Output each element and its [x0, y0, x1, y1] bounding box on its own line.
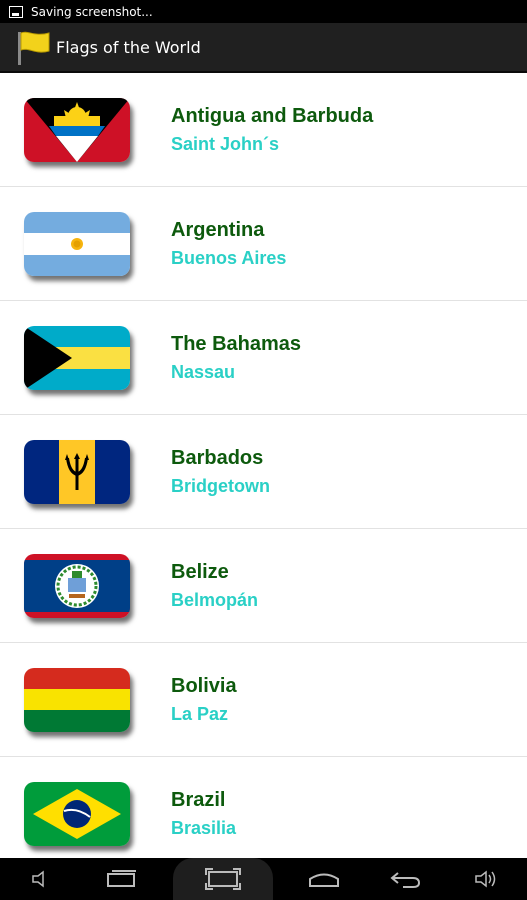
capital-name: Buenos Aires	[171, 247, 287, 268]
screenshot-icon[interactable]	[172, 858, 273, 900]
list-item[interactable]: Belize Belmopán	[0, 529, 527, 643]
action-bar: Flags of the World	[0, 23, 527, 73]
capital-name: Nassau	[171, 361, 236, 382]
country-name: Barbados	[171, 446, 264, 469]
volume-down-icon[interactable]	[11, 858, 71, 900]
app-title: Flags of the World	[56, 37, 201, 57]
argentina-flag	[24, 211, 130, 276]
volume-up-icon[interactable]	[456, 858, 516, 900]
country-name: Brazil	[171, 788, 226, 811]
status-bar: Saving screenshot...	[0, 0, 527, 23]
capital-name: Bridgetown	[171, 475, 270, 496]
list-item[interactable]: Argentina Buenos Aires	[0, 187, 527, 301]
country-name: Argentina	[171, 218, 265, 241]
capital-name: Belmopán	[171, 589, 259, 610]
navigation-bar	[0, 858, 527, 900]
list-item[interactable]: Bolivia La Paz	[0, 643, 527, 757]
barbados-flag	[24, 439, 130, 504]
brazil-flag	[24, 781, 130, 846]
capital-name: Saint John´s	[171, 133, 280, 154]
bahamas-flag	[24, 325, 130, 390]
country-name: Belize	[171, 560, 229, 583]
belize-flag	[24, 553, 130, 618]
screenshot-notification-icon	[9, 5, 23, 18]
capital-name: La Paz	[171, 703, 229, 724]
bolivia-flag	[24, 667, 130, 732]
country-name: Bolivia	[171, 674, 237, 697]
country-name: Antigua and Barbuda	[171, 104, 374, 127]
status-notification-text: Saving screenshot...	[31, 4, 153, 19]
list-item[interactable]: Brazil Brasilia	[0, 757, 527, 858]
country-list[interactable]: Antigua and Barbuda Saint John´s Argenti…	[0, 73, 527, 858]
list-item[interactable]: Barbados Bridgetown	[0, 415, 527, 529]
antigua-and-barbuda-flag	[24, 97, 130, 162]
yellow-flag-icon[interactable]	[12, 27, 52, 67]
list-item[interactable]: The Bahamas Nassau	[0, 301, 527, 415]
country-name: The Bahamas	[171, 332, 302, 355]
recent-apps-icon[interactable]	[92, 858, 152, 900]
list-item[interactable]: Antigua and Barbuda Saint John´s	[0, 73, 527, 187]
home-icon[interactable]	[294, 858, 354, 900]
back-icon[interactable]	[375, 858, 435, 900]
capital-name: Brasilia	[171, 817, 237, 838]
